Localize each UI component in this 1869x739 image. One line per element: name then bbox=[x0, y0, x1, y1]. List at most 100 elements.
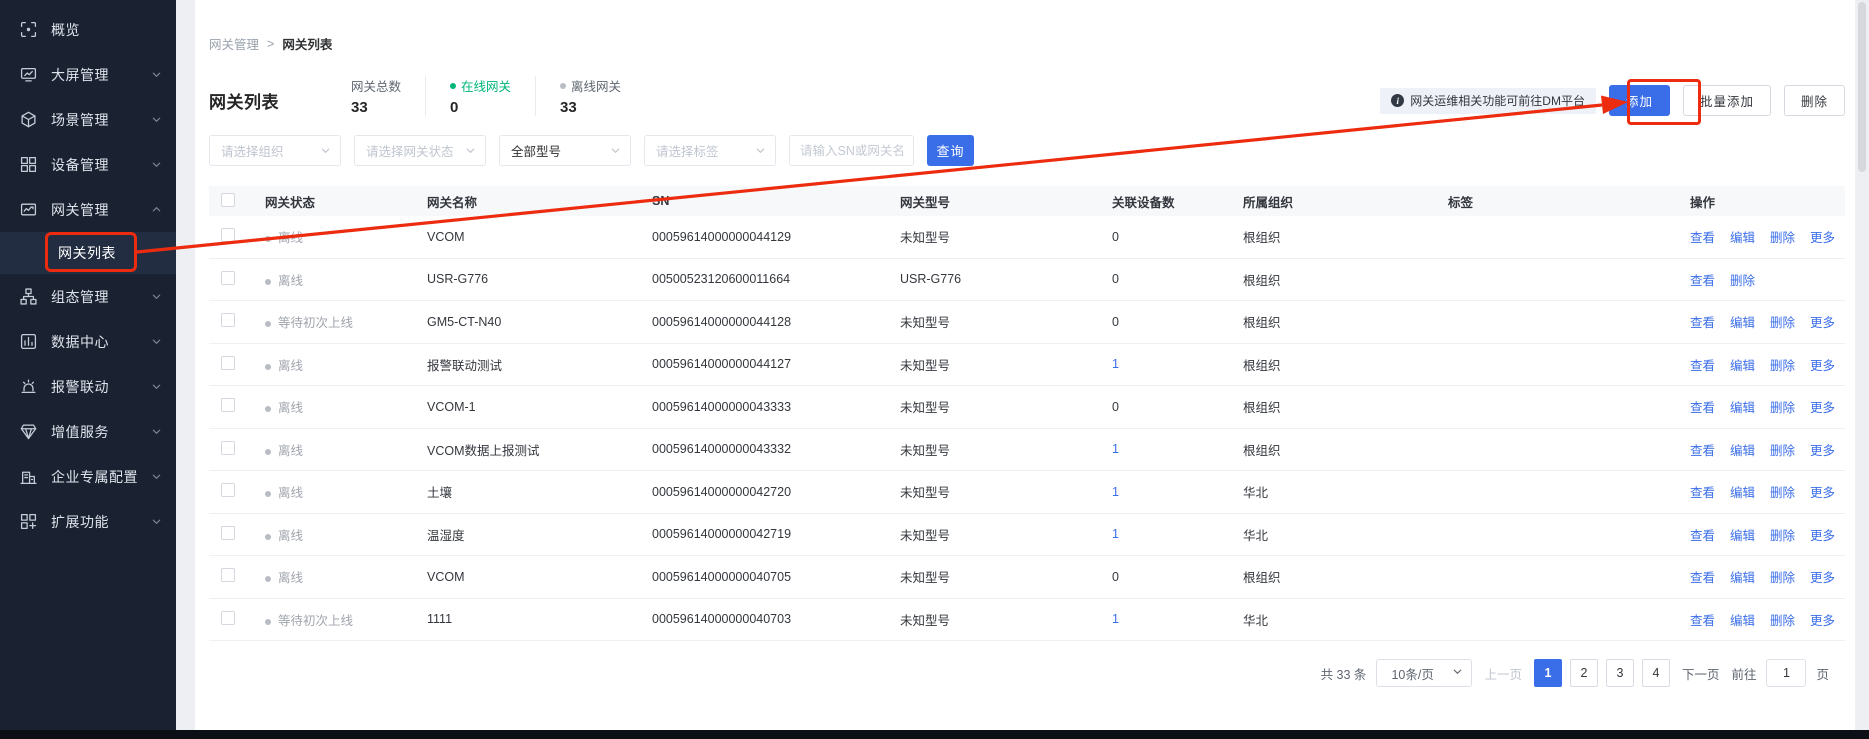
row-action[interactable]: 删除 bbox=[1730, 270, 1755, 289]
sidebar: 概览大屏管理场景管理设备管理网关管理网关列表组态管理数据中心报警联动增值服务企业… bbox=[0, 0, 176, 739]
sidebar-item-gateway[interactable]: 网关管理 bbox=[0, 187, 176, 232]
page-button-2[interactable]: 2 bbox=[1570, 659, 1598, 687]
select-all-checkbox[interactable] bbox=[221, 193, 235, 207]
row-action[interactable]: 编辑 bbox=[1730, 482, 1755, 501]
row-action[interactable]: 更多 bbox=[1810, 610, 1835, 629]
row-action[interactable]: 更多 bbox=[1810, 567, 1835, 586]
row-action[interactable]: 编辑 bbox=[1730, 397, 1755, 416]
device-count[interactable]: 1 bbox=[1112, 357, 1119, 371]
sidebar-item-bigscreen[interactable]: 大屏管理 bbox=[0, 52, 176, 97]
chevron-down-icon bbox=[465, 145, 476, 156]
prev-page-button[interactable]: 上一页 bbox=[1484, 664, 1522, 683]
sn-search-input[interactable] bbox=[789, 135, 914, 166]
batch-add-button[interactable]: 批量添加 bbox=[1683, 85, 1771, 116]
sidebar-item-device[interactable]: 设备管理 bbox=[0, 142, 176, 187]
sidebar-item-extension[interactable]: 扩展功能 bbox=[0, 499, 176, 544]
add-button[interactable]: 添加 bbox=[1609, 85, 1670, 116]
row-action[interactable]: 编辑 bbox=[1730, 355, 1755, 374]
row-action[interactable]: 更多 bbox=[1810, 355, 1835, 374]
header-actions: i 网关运维相关功能可前往DM平台 添加 批量添加 删除 bbox=[1380, 85, 1845, 116]
row-action[interactable]: 删除 bbox=[1770, 440, 1795, 459]
row-checkbox[interactable] bbox=[221, 441, 235, 455]
device-count: 0 bbox=[1112, 230, 1119, 244]
gateway-sn: 00059614000000044127 bbox=[640, 357, 888, 371]
tag-select[interactable]: 请选择标签 bbox=[644, 135, 776, 166]
gateway-status: 等待初次上线 bbox=[278, 316, 353, 330]
value-service-icon bbox=[20, 423, 38, 440]
table-row: 等待初次上线111100059614000000040703未知型号1华北查看编… bbox=[209, 599, 1845, 642]
next-page-button[interactable]: 下一页 bbox=[1682, 664, 1720, 683]
row-action[interactable]: 编辑 bbox=[1730, 567, 1755, 586]
row-action[interactable]: 更多 bbox=[1810, 482, 1835, 501]
organization-select[interactable]: 请选择组织 bbox=[209, 135, 341, 166]
sidebar-item-configuration[interactable]: 组态管理 bbox=[0, 274, 176, 319]
row-checkbox[interactable] bbox=[221, 271, 235, 285]
delete-button[interactable]: 删除 bbox=[1784, 85, 1845, 116]
row-checkbox[interactable] bbox=[221, 483, 235, 497]
sidebar-item-scene[interactable]: 场景管理 bbox=[0, 97, 176, 142]
page-button-1[interactable]: 1 bbox=[1534, 659, 1562, 687]
query-button[interactable]: 查询 bbox=[927, 135, 974, 166]
row-action[interactable]: 查看 bbox=[1690, 270, 1715, 289]
page-button-3[interactable]: 3 bbox=[1606, 659, 1634, 687]
row-action[interactable]: 删除 bbox=[1770, 567, 1795, 586]
row-checkbox[interactable] bbox=[221, 356, 235, 370]
page-size-select[interactable]: 10条/页 bbox=[1376, 659, 1472, 687]
device-count[interactable]: 1 bbox=[1112, 442, 1119, 456]
row-action[interactable]: 更多 bbox=[1810, 440, 1835, 459]
goto-page-input[interactable]: 1 bbox=[1766, 659, 1806, 687]
row-action[interactable]: 编辑 bbox=[1730, 525, 1755, 544]
sidebar-item-datacenter[interactable]: 数据中心 bbox=[0, 319, 176, 364]
row-action[interactable]: 删除 bbox=[1770, 397, 1795, 416]
row-action[interactable]: 更多 bbox=[1810, 397, 1835, 416]
sidebar-subitem-gateway-list[interactable]: 网关列表 bbox=[0, 232, 176, 274]
device-count[interactable]: 1 bbox=[1112, 612, 1119, 626]
row-action[interactable]: 更多 bbox=[1810, 312, 1835, 331]
row-action[interactable]: 查看 bbox=[1690, 440, 1715, 459]
page-button-4[interactable]: 4 bbox=[1642, 659, 1670, 687]
page-number-list: 1234 bbox=[1534, 659, 1670, 687]
table-body: 离线VCOM00059614000000044129未知型号0根组织查看编辑删除… bbox=[209, 216, 1845, 641]
scrollbar-thumb[interactable] bbox=[1858, 2, 1866, 172]
row-checkbox[interactable] bbox=[221, 313, 235, 327]
chevron-down-icon bbox=[610, 145, 621, 156]
row-action[interactable]: 编辑 bbox=[1730, 312, 1755, 331]
row-action[interactable]: 查看 bbox=[1690, 312, 1715, 331]
row-action[interactable]: 删除 bbox=[1770, 227, 1795, 246]
row-action[interactable]: 删除 bbox=[1770, 482, 1795, 501]
row-action[interactable]: 更多 bbox=[1810, 227, 1835, 246]
sidebar-item-alarm[interactable]: 报警联动 bbox=[0, 364, 176, 409]
stat-value: 33 bbox=[560, 99, 621, 116]
row-checkbox[interactable] bbox=[221, 568, 235, 582]
row-action[interactable]: 删除 bbox=[1770, 610, 1795, 629]
row-action[interactable]: 编辑 bbox=[1730, 440, 1755, 459]
pagination: 共 33 条 10条/页 上一页 1234 下一页 前往 1 页 bbox=[209, 659, 1845, 687]
sidebar-item-enterprise[interactable]: 企业专属配置 bbox=[0, 454, 176, 499]
row-checkbox[interactable] bbox=[221, 526, 235, 540]
row-checkbox[interactable] bbox=[221, 398, 235, 412]
sidebar-item-overview[interactable]: 概览 bbox=[0, 7, 176, 52]
row-action[interactable]: 查看 bbox=[1690, 525, 1715, 544]
row-checkbox[interactable] bbox=[221, 611, 235, 625]
row-action[interactable]: 编辑 bbox=[1730, 227, 1755, 246]
row-action[interactable]: 编辑 bbox=[1730, 610, 1755, 629]
row-action[interactable]: 删除 bbox=[1770, 355, 1795, 374]
column-header: 所属组织 bbox=[1231, 192, 1436, 211]
row-action[interactable]: 查看 bbox=[1690, 355, 1715, 374]
row-action[interactable]: 删除 bbox=[1770, 312, 1795, 331]
sidebar-item-value-service[interactable]: 增值服务 bbox=[0, 409, 176, 454]
column-header: SN bbox=[640, 194, 888, 208]
row-action[interactable]: 查看 bbox=[1690, 397, 1715, 416]
breadcrumb-parent[interactable]: 网关管理 bbox=[209, 34, 259, 53]
device-count[interactable]: 1 bbox=[1112, 485, 1119, 499]
row-action[interactable]: 查看 bbox=[1690, 567, 1715, 586]
row-action[interactable]: 查看 bbox=[1690, 610, 1715, 629]
gateway-status-select[interactable]: 请选择网关状态 bbox=[354, 135, 486, 166]
row-action[interactable]: 删除 bbox=[1770, 525, 1795, 544]
device-count[interactable]: 1 bbox=[1112, 527, 1119, 541]
row-checkbox[interactable] bbox=[221, 228, 235, 242]
row-action[interactable]: 更多 bbox=[1810, 525, 1835, 544]
model-select[interactable]: 全部型号 bbox=[499, 135, 631, 166]
row-action[interactable]: 查看 bbox=[1690, 227, 1715, 246]
row-action[interactable]: 查看 bbox=[1690, 482, 1715, 501]
